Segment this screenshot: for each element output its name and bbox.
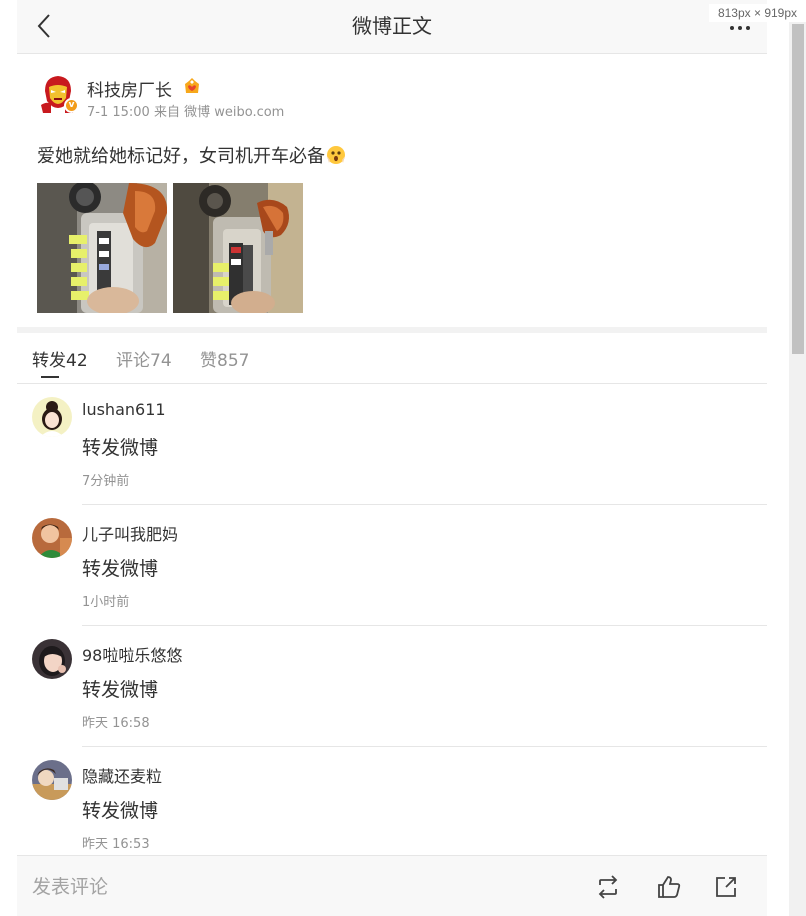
repost-time: 昨天 16:53 [82, 837, 150, 852]
post-meta: 7-1 15:00 来自 微博 weibo.com [87, 105, 285, 120]
post-image-2[interactable] [173, 183, 303, 313]
page-title: 微博正文 [352, 14, 432, 38]
vip-member-icon [185, 77, 199, 93]
repost-time: 1小时前 [82, 595, 130, 610]
tab-bar: 转发42 评论74 赞857 [17, 333, 767, 384]
repost-text: 转发微博 [82, 679, 159, 701]
like-icon[interactable] [655, 873, 683, 901]
back-button[interactable] [27, 8, 63, 44]
gear-shifter-photo-1 [37, 183, 167, 313]
interaction-panel: 转发42 评论74 赞857 lushan611 转发微博 7分钟前 儿子叫我肥… [17, 333, 767, 856]
list-item: 隐藏还麦粒 转发微博 昨天 16:53 [17, 747, 767, 868]
avatar-image-anime [32, 760, 72, 800]
scrollbar-thumb[interactable] [792, 24, 804, 354]
list-item: lushan611 转发微博 7分钟前 [17, 384, 767, 505]
chevron-left-icon [37, 14, 50, 38]
repost-time: 昨天 16:58 [82, 716, 150, 731]
share-icon[interactable] [712, 873, 740, 901]
repost-icon[interactable] [594, 873, 622, 901]
comment-input[interactable]: 发表评论 [32, 874, 332, 900]
user-avatar[interactable] [32, 760, 72, 800]
viewport-size-label: 813px × 919px [709, 4, 806, 22]
repost-text: 转发微博 [82, 558, 159, 580]
verified-badge-icon: v [64, 98, 79, 113]
user-name[interactable]: 隐藏还麦粒 [82, 763, 162, 787]
avatar-image-woman [32, 639, 72, 679]
repost-text: 转发微博 [82, 437, 159, 459]
top-navigation-bar: 微博正文 [17, 0, 767, 54]
active-tab-indicator [41, 376, 59, 378]
author-name[interactable]: 科技房厂长 [87, 76, 172, 101]
user-name[interactable]: 儿子叫我肥妈 [82, 521, 178, 545]
tab-reposts[interactable]: 转发42 [32, 346, 88, 371]
post-content: 爱她就给她标记好，女司机开车必备 [37, 142, 346, 168]
user-avatar[interactable] [32, 518, 72, 558]
list-item: 98啦啦乐悠悠 转发微博 昨天 16:58 [17, 626, 767, 747]
tab-comments[interactable]: 评论74 [116, 346, 172, 371]
repost-time: 7分钟前 [82, 474, 130, 489]
avatar-image-child [32, 518, 72, 558]
gear-shifter-photo-2 [173, 183, 303, 313]
weibo-app: 微博正文 v 科技房厂长 7-1 15:00 来自 微博 weibo.com 爱… [17, 0, 767, 916]
bottom-action-bar: 发表评论 [17, 855, 767, 916]
user-name[interactable]: lushan611 [82, 400, 166, 419]
avatar-image-girl [32, 397, 72, 437]
post-image-1[interactable] [37, 183, 167, 313]
list-item: 儿子叫我肥妈 转发微博 1小时前 [17, 505, 767, 626]
post-text: 爱她就给她标记好，女司机开车必备 [37, 146, 325, 167]
user-avatar[interactable] [32, 397, 72, 437]
repost-text: 转发微博 [82, 800, 159, 822]
tab-likes[interactable]: 赞857 [200, 346, 249, 371]
user-avatar[interactable] [32, 639, 72, 679]
shocked-emoji-icon [327, 146, 345, 164]
post-card: v 科技房厂长 7-1 15:00 来自 微博 weibo.com 爱她就给她标… [17, 54, 767, 327]
user-name[interactable]: 98啦啦乐悠悠 [82, 642, 182, 666]
